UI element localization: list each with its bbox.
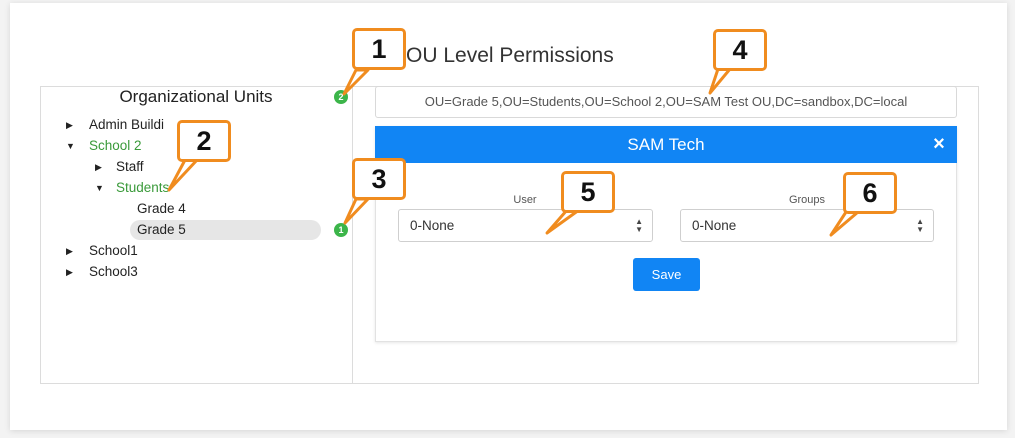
tree-item-school-2[interactable]: School 2 <box>89 138 142 153</box>
select-arrows-icon: ▲ ▼ <box>635 216 643 234</box>
caret-right-icon[interactable]: ▶ <box>66 267 73 278</box>
distinguished-name-field: OU=Grade 5,OU=Students,OU=School 2,OU=SA… <box>375 86 957 118</box>
callout-2: 2 <box>177 120 231 162</box>
tree-item-grade-5[interactable]: Grade 5 <box>137 222 186 237</box>
callout-6: 6 <box>843 172 897 214</box>
close-icon[interactable]: × <box>930 134 948 154</box>
callout-4: 4 <box>713 29 767 71</box>
panel-header-title: SAM Tech <box>375 126 957 163</box>
tree-item-school3[interactable]: School3 <box>89 264 138 279</box>
select-arrows-icon: ▲ ▼ <box>916 216 924 234</box>
caret-right-icon[interactable]: ▶ <box>95 162 102 173</box>
groups-label: Groups <box>788 194 826 206</box>
user-select-value: 0-None <box>410 218 455 233</box>
tree-item-school1[interactable]: School1 <box>89 243 138 258</box>
tree-item-staff[interactable]: Staff <box>116 159 144 174</box>
user-select[interactable]: 0-None ▲ ▼ <box>398 209 653 242</box>
count-badge-selected: 1 <box>334 223 348 237</box>
user-label: User <box>513 194 537 206</box>
tree-item-admin-building[interactable]: Admin Buildi <box>89 117 164 132</box>
panel-divider <box>352 86 353 384</box>
caret-down-icon[interactable]: ▼ <box>66 141 75 151</box>
tree-item-grade-4[interactable]: Grade 4 <box>137 201 186 216</box>
callout-1: 1 <box>352 28 406 70</box>
caret-right-icon[interactable]: ▶ <box>66 120 73 131</box>
groups-select[interactable]: 0-None ▲ ▼ <box>680 209 934 242</box>
count-badge-top: 2 <box>334 90 348 104</box>
org-units-title: Organizational Units <box>119 87 273 106</box>
caret-right-icon[interactable]: ▶ <box>66 246 73 257</box>
callout-3: 3 <box>352 158 406 200</box>
page-title: OU Level Permissions <box>406 44 614 67</box>
save-button[interactable]: Save <box>633 258 700 291</box>
groups-select-value: 0-None <box>692 218 737 233</box>
callout-5: 5 <box>561 171 615 213</box>
tree-item-students[interactable]: Students <box>116 180 169 195</box>
caret-down-icon[interactable]: ▼ <box>95 183 104 193</box>
